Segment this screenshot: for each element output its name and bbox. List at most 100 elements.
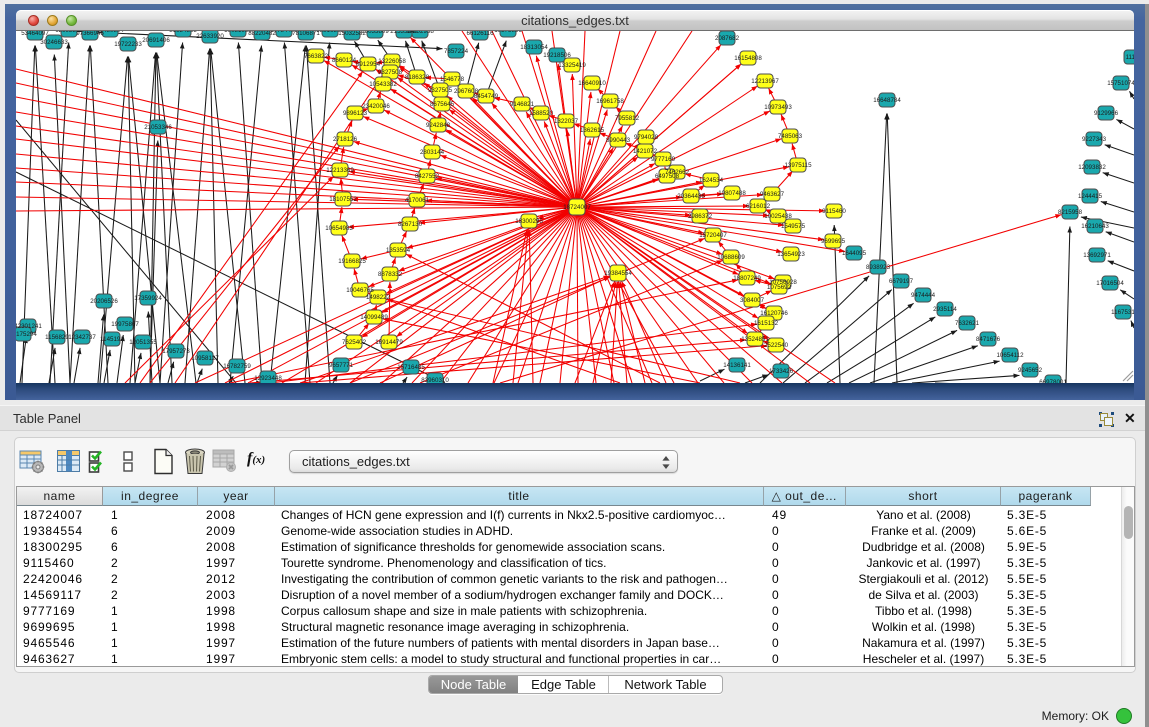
svg-text:1145191: 1145191 [100,336,124,343]
svg-text:18313054: 18313054 [520,44,548,51]
svg-text:9129966: 9129966 [1094,110,1119,117]
svg-text:6679197: 6679197 [889,278,914,285]
svg-text:9245652: 9245652 [1018,367,1043,374]
svg-text:19722233: 19722233 [114,41,142,48]
svg-text:9896123: 9896123 [343,110,368,117]
svg-text:6216012: 6216012 [746,203,771,210]
svg-text:7485063: 7485063 [778,133,803,140]
svg-text:7955812: 7955812 [615,115,640,122]
svg-text:1644095: 1644095 [842,250,867,257]
svg-text:18300295: 18300295 [515,218,543,225]
svg-text:9242848: 9242848 [426,122,451,129]
svg-text:1322037: 1322037 [554,118,579,125]
svg-text:9327505: 9327505 [428,87,453,94]
svg-text:10654112: 10654112 [996,352,1024,359]
svg-text:1156829: 1156829 [45,334,69,341]
svg-text:1733426: 1733426 [769,368,794,375]
svg-text:9227343: 9227343 [1082,136,1107,143]
svg-text:19975867: 19975867 [111,321,139,328]
svg-text:16782759: 16782759 [223,363,251,370]
svg-text:7663822: 7663822 [304,53,329,60]
svg-text:13692971: 13692971 [1083,252,1111,259]
svg-text:1353594: 1353594 [386,247,411,254]
svg-text:1615132: 1615132 [754,320,779,327]
svg-text:68202938: 68202938 [406,31,434,35]
svg-text:42301241: 42301241 [16,323,42,330]
svg-text:13226058: 13226058 [378,58,406,65]
svg-text:10973493: 10973493 [764,104,792,111]
svg-text:13325419: 13325419 [558,62,586,69]
svg-text:22175294: 22175294 [16,331,37,338]
svg-text:18807249: 18807249 [733,275,761,282]
svg-text:1498222: 1498222 [366,294,391,301]
svg-text:18724007: 18724007 [563,204,591,211]
svg-text:66978001: 66978001 [1039,379,1067,383]
svg-text:12213369: 12213369 [326,167,354,174]
svg-text:30246633: 30246633 [40,39,68,46]
svg-text:12093832: 12093832 [1078,164,1106,171]
svg-text:8427552: 8427552 [415,173,440,180]
svg-text:22633920: 22633920 [196,33,224,40]
svg-text:20364436: 20364436 [677,193,705,200]
svg-text:9777169: 9777169 [651,156,676,163]
svg-text:8878332: 8878332 [378,271,403,278]
svg-text:14099489: 14099489 [360,314,388,321]
svg-text:83960310: 83960310 [421,377,449,383]
svg-text:1112: 1112 [1126,54,1134,61]
svg-text:8660124: 8660124 [332,57,357,64]
svg-text:1624534: 1624534 [699,177,724,184]
svg-text:20206526: 20206526 [90,298,118,305]
svg-text:16210643: 16210643 [1081,223,1109,230]
svg-text:2935114: 2935114 [933,306,957,313]
svg-text:9794028: 9794028 [634,134,659,141]
svg-text:19218506: 19218506 [543,52,571,59]
svg-text:12923448: 12923448 [254,375,282,382]
svg-text:7632621: 7632621 [955,320,980,327]
svg-text:18107552: 18107552 [329,196,357,203]
svg-text:8471676: 8471676 [976,336,1001,343]
svg-text:10807488: 10807488 [718,190,746,197]
svg-text:4170061: 4170061 [405,197,430,204]
svg-text:16154808: 16154808 [734,55,762,62]
svg-text:8990443: 8990443 [606,137,631,144]
svg-text:16648784: 16648784 [873,97,901,104]
svg-text:14136141: 14136141 [723,362,751,369]
svg-text:8912954: 8912954 [356,61,381,68]
svg-text:1546778: 1546778 [440,76,465,83]
svg-text:9657771: 9657771 [329,362,354,369]
svg-text:2803144: 2803144 [420,149,445,156]
svg-text:1244415: 1244415 [1078,193,1103,200]
svg-text:8215958: 8215958 [1058,209,1083,216]
svg-text:6497508: 6497508 [655,173,680,180]
svg-text:16033809: 16033809 [361,31,389,35]
svg-text:8454749: 8454749 [474,93,499,100]
svg-text:1421072: 1421072 [633,148,658,155]
svg-text:15751074: 15751074 [1107,80,1134,87]
svg-text:8186328: 8186328 [405,74,430,81]
svg-text:8675645: 8675645 [430,101,455,108]
svg-text:15720407: 15720407 [699,232,727,239]
svg-text:9463627: 9463627 [760,191,785,198]
svg-text:66126116: 66126116 [466,31,494,37]
svg-text:13654923: 13654923 [777,251,805,258]
svg-text:3084007: 3084007 [740,297,765,304]
svg-text:12342737: 12342737 [68,334,96,341]
svg-text:21053346: 21053346 [144,124,172,131]
svg-text:9146821: 9146821 [510,101,535,108]
svg-text:9474444: 9474444 [911,292,936,299]
svg-text:16961758: 16961758 [596,98,624,105]
svg-text:17359924: 17359924 [134,295,162,302]
svg-text:17016504: 17016504 [1096,280,1124,287]
svg-text:16120746: 16120746 [760,310,788,317]
svg-text:19166825: 19166825 [338,258,366,265]
svg-text:10025438: 10025438 [764,213,792,220]
svg-text:2522540: 2522540 [764,342,789,349]
svg-text:7625402: 7625402 [342,339,367,346]
svg-text:81924865: 81924865 [169,31,197,34]
svg-text:9699695: 9699695 [821,238,846,245]
svg-text:10958127: 10958127 [191,355,219,362]
svg-text:19375836: 19375836 [494,31,522,34]
svg-text:16640910: 16640910 [578,80,606,87]
svg-text:10046765: 10046765 [346,287,374,294]
svg-text:1549575: 1549575 [781,223,806,230]
